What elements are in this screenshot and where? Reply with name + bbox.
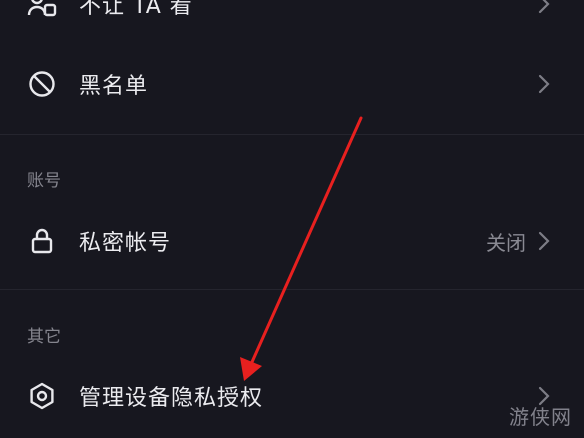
hexagon-settings-icon bbox=[26, 380, 58, 412]
settings-row-blacklist[interactable]: 黑名单 bbox=[0, 52, 584, 116]
settings-row-label: 管理设备隐私授权 bbox=[79, 386, 264, 411]
settings-row-device-privacy[interactable]: 管理设备隐私授权 bbox=[0, 364, 584, 428]
private-account-status: 关闭 bbox=[486, 230, 526, 255]
chevron-right-icon bbox=[534, 71, 554, 97]
settings-row-label: 私密帐号 bbox=[79, 231, 172, 256]
chevron-right-icon bbox=[534, 228, 554, 254]
chevron-right-icon bbox=[534, 0, 554, 17]
watermark: 游侠网 bbox=[509, 405, 572, 429]
settings-row-label: 不让 TA 看 bbox=[79, 0, 193, 19]
section-title-other: 其它 bbox=[27, 327, 61, 347]
divider bbox=[0, 289, 584, 290]
divider bbox=[0, 134, 584, 135]
section-title-account: 账号 bbox=[27, 171, 61, 191]
users-hidden-icon bbox=[26, 0, 58, 20]
block-icon bbox=[26, 68, 58, 100]
settings-row-hide-from[interactable]: 不让 TA 看 bbox=[0, 0, 584, 36]
settings-row-label: 黑名单 bbox=[79, 74, 149, 99]
settings-row-private-account[interactable]: 私密帐号 关闭 bbox=[0, 209, 584, 273]
lock-icon bbox=[26, 225, 58, 257]
